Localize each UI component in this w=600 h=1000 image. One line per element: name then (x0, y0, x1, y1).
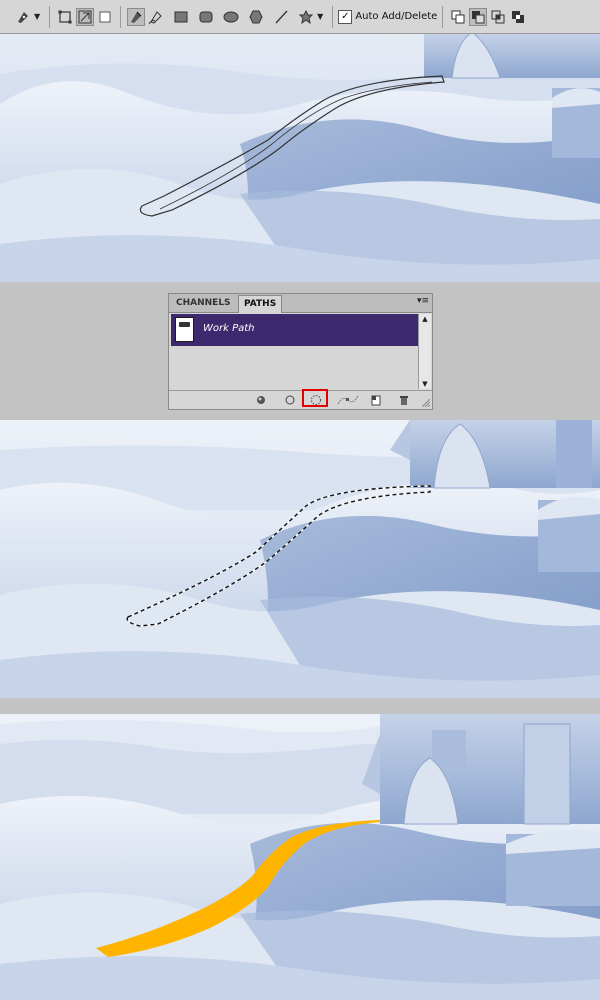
add-to-path-area-icon[interactable] (449, 8, 467, 26)
new-path-icon[interactable] (369, 393, 383, 407)
tab-paths[interactable]: PATHS (238, 295, 283, 313)
rectangle-icon[interactable] (172, 8, 190, 26)
stroke-path-icon[interactable] (283, 393, 297, 407)
panel-scrollbar[interactable]: ▲ ▼ (418, 314, 431, 389)
paths-mode-icon[interactable] (76, 7, 95, 26)
toolbar-divider (442, 5, 444, 28)
path-list: Work Path (171, 314, 418, 389)
pen-icon[interactable] (127, 7, 146, 26)
custom-shape-icon[interactable] (297, 8, 315, 26)
load-selection-highlight (302, 389, 328, 407)
fill-pixels-icon[interactable] (96, 8, 114, 26)
auto-add-delete-label[interactable]: Auto Add/Delete (355, 11, 437, 22)
rounded-rectangle-icon[interactable] (197, 8, 215, 26)
paths-panel: CHANNELS PATHS ▾≡ Work Path ▲ ▼ (168, 293, 433, 410)
panel-footer (169, 389, 432, 409)
toolbar-divider (332, 5, 334, 28)
exclude-overlapping-path-areas-icon[interactable] (509, 8, 527, 26)
resize-grip-icon[interactable] (422, 399, 430, 407)
scroll-down-button[interactable]: ▼ (419, 379, 431, 389)
freeform-pen-icon[interactable] (147, 8, 165, 26)
tool-preset-dropdown[interactable]: ▼ (34, 12, 40, 21)
toolbar-divider (49, 5, 51, 28)
canvas-scene-filled-road (0, 714, 600, 1000)
path-name: Work Path (203, 323, 255, 334)
ellipse-icon[interactable] (222, 8, 240, 26)
line-icon[interactable] (272, 8, 290, 26)
auto-add-delete-checkbox[interactable]: ✓ (338, 9, 353, 24)
canvas-scene-work-path (0, 34, 600, 282)
path-thumbnail (175, 317, 194, 342)
intersect-path-areas-icon[interactable] (489, 8, 507, 26)
options-toolbar: ▼ ▼ ✓ Auto Add/Delete (0, 0, 600, 34)
panel-menu-button[interactable]: ▾≡ (417, 296, 429, 306)
custom-shape-dropdown[interactable]: ▼ (317, 12, 323, 21)
scroll-up-button[interactable]: ▲ (419, 314, 431, 324)
panel-tabs: CHANNELS PATHS ▾≡ (169, 294, 432, 313)
canvas-scene-selection (0, 420, 600, 698)
fill-path-icon[interactable] (254, 393, 268, 407)
polygon-icon[interactable] (247, 8, 265, 26)
shape-layers-icon[interactable] (56, 8, 74, 26)
subtract-from-path-area-icon[interactable] (469, 7, 488, 26)
trash-icon[interactable] (397, 393, 411, 407)
tab-channels[interactable]: CHANNELS (171, 295, 236, 311)
pen-icon[interactable] (14, 8, 32, 26)
list-item-work-path[interactable]: Work Path (171, 314, 418, 346)
toolbar-divider (120, 5, 122, 28)
work-path-icon[interactable] (337, 393, 359, 407)
